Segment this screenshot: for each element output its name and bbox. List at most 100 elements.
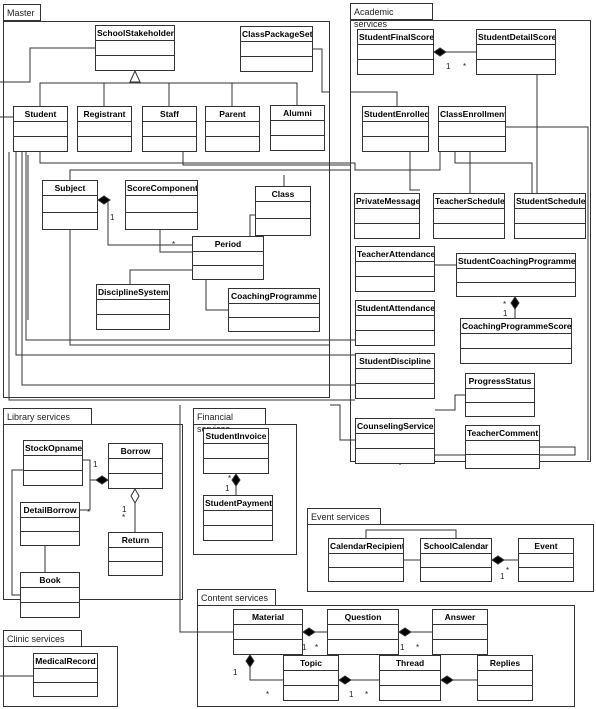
- class-question[interactable]: Question: [327, 609, 399, 655]
- class-return[interactable]: Return: [108, 532, 163, 576]
- operations-compartment: [193, 266, 263, 279]
- class-name: Staff: [143, 107, 196, 122]
- operations-compartment: [328, 640, 398, 654]
- operations-compartment: [256, 219, 310, 235]
- class-parent[interactable]: Parent: [205, 106, 260, 152]
- class-calendar-recipient[interactable]: CalendarRecipient: [328, 538, 404, 582]
- class-name: MedicalRecord: [34, 654, 97, 669]
- class-private-message[interactable]: PrivateMessage: [354, 193, 420, 239]
- class-name: Registrant: [78, 107, 131, 122]
- multiplicity-label: *: [503, 300, 507, 309]
- class-thread[interactable]: Thread: [379, 655, 441, 701]
- class-student-attendance[interactable]: StudentAttendance: [355, 300, 435, 346]
- class-counseling-service[interactable]: CounselingService: [355, 418, 435, 464]
- class-staff[interactable]: Staff: [142, 106, 197, 152]
- attributes-compartment: [204, 511, 272, 526]
- attributes-compartment: [271, 121, 324, 136]
- class-name: Event: [519, 539, 573, 554]
- multiplicity-label: 1: [500, 572, 505, 581]
- class-teacher-schedule[interactable]: TeacherSchedule: [433, 193, 505, 239]
- class-student-coaching-programme[interactable]: StudentCoachingProgramme: [456, 253, 576, 297]
- operations-compartment: [109, 562, 162, 575]
- class-topic[interactable]: Topic: [283, 655, 339, 701]
- class-medical-record[interactable]: MedicalRecord: [33, 653, 98, 697]
- class-material[interactable]: Material: [233, 609, 303, 655]
- class-name: Return: [109, 533, 162, 548]
- class-period[interactable]: Period: [192, 236, 264, 280]
- class-teacher-attendance[interactable]: TeacherAttendance: [355, 246, 435, 292]
- operations-compartment: [143, 137, 196, 151]
- operations-compartment: [271, 136, 324, 150]
- class-name: ScoreComponent: [126, 181, 197, 196]
- class-school-stakeholder[interactable]: SchoolStakeholder: [95, 25, 175, 71]
- attributes-compartment: [78, 122, 131, 137]
- attributes-compartment: [421, 554, 491, 568]
- class-subject[interactable]: Subject: [42, 180, 98, 230]
- class-detail-borrow[interactable]: DetailBorrow: [20, 502, 80, 546]
- attributes-compartment: [356, 369, 434, 384]
- class-name: DisciplineSystem: [97, 285, 169, 300]
- class-student-payment[interactable]: StudentPayment: [203, 495, 273, 541]
- class-coaching-programme[interactable]: CoachingProgramme: [228, 288, 320, 332]
- attributes-compartment: [329, 554, 403, 568]
- multiplicity-label: 1: [446, 62, 451, 71]
- attributes-compartment: [356, 316, 434, 331]
- class-name: Parent: [206, 107, 259, 122]
- attributes-compartment: [97, 300, 169, 315]
- operations-compartment: [204, 526, 272, 540]
- class-student-enrolled[interactable]: StudentEnrolled: [362, 106, 429, 152]
- attributes-compartment: [14, 122, 67, 137]
- class-class-enrollment[interactable]: ClassEnrollment: [438, 106, 506, 152]
- multiplicity-label: *: [463, 62, 467, 71]
- class-progress-status[interactable]: ProgressStatus: [465, 373, 535, 417]
- class-student-final-score[interactable]: StudentFinalScore: [357, 29, 434, 75]
- multiplicity-label: 1: [93, 460, 98, 469]
- attributes-compartment: [21, 588, 79, 603]
- attributes-compartment: [328, 625, 398, 640]
- operations-compartment: [241, 57, 312, 71]
- attributes-compartment: [439, 122, 505, 137]
- class-name: StudentDiscipline: [356, 354, 434, 369]
- class-answer[interactable]: Answer: [432, 609, 488, 655]
- class-name: Student: [14, 107, 67, 122]
- multiplicity-label: 1: [110, 213, 115, 222]
- class-stock-opname[interactable]: StockOpname: [23, 440, 83, 486]
- class-discipline-system[interactable]: DisciplineSystem: [96, 284, 170, 330]
- class-student-invoice[interactable]: StudentInvoice: [203, 428, 269, 474]
- class-class[interactable]: Class: [255, 186, 311, 236]
- class-school-calendar[interactable]: SchoolCalendar: [420, 538, 492, 582]
- class-name: Material: [234, 610, 302, 625]
- attributes-compartment: [284, 671, 338, 686]
- attributes-compartment: [358, 45, 433, 60]
- attributes-compartment: [126, 196, 197, 213]
- operations-compartment: [363, 137, 428, 151]
- multiplicity-label: 1: [233, 668, 238, 677]
- operations-compartment: [78, 137, 131, 151]
- class-name: CalendarRecipient: [329, 539, 403, 554]
- operations-compartment: [329, 568, 403, 581]
- class-registrant[interactable]: Registrant: [77, 106, 132, 152]
- operations-compartment: [43, 213, 97, 229]
- class-event[interactable]: Event: [518, 538, 574, 582]
- class-name: Class: [256, 187, 310, 202]
- class-student-schedule[interactable]: StudentSchedule: [514, 193, 586, 239]
- attributes-compartment: [434, 209, 504, 224]
- class-name: Subject: [43, 181, 97, 196]
- class-name: ProgressStatus: [466, 374, 534, 389]
- class-book[interactable]: Book: [20, 572, 80, 618]
- multiplicity-label: 1: [225, 484, 230, 493]
- class-student-discipline[interactable]: StudentDiscipline: [355, 353, 435, 399]
- class-name: Topic: [284, 656, 338, 671]
- class-coaching-programme-score[interactable]: CoachingProgrammeScore: [460, 318, 572, 364]
- class-student-detail-score[interactable]: StudentDetailScore: [476, 29, 556, 75]
- class-teacher-comment[interactable]: TeacherComment: [465, 425, 540, 469]
- class-replies[interactable]: Replies: [477, 655, 533, 701]
- class-score-component[interactable]: ScoreComponent: [125, 180, 198, 230]
- class-class-package-set[interactable]: ClassPackageSet: [240, 26, 313, 72]
- operations-compartment: [97, 315, 169, 329]
- class-borrow[interactable]: Borrow: [108, 443, 163, 489]
- class-name: ClassEnrollment: [439, 107, 505, 122]
- class-student[interactable]: Student: [13, 106, 68, 152]
- class-name: StudentEnrolled: [363, 107, 428, 122]
- class-alumni[interactable]: Alumni: [270, 105, 325, 151]
